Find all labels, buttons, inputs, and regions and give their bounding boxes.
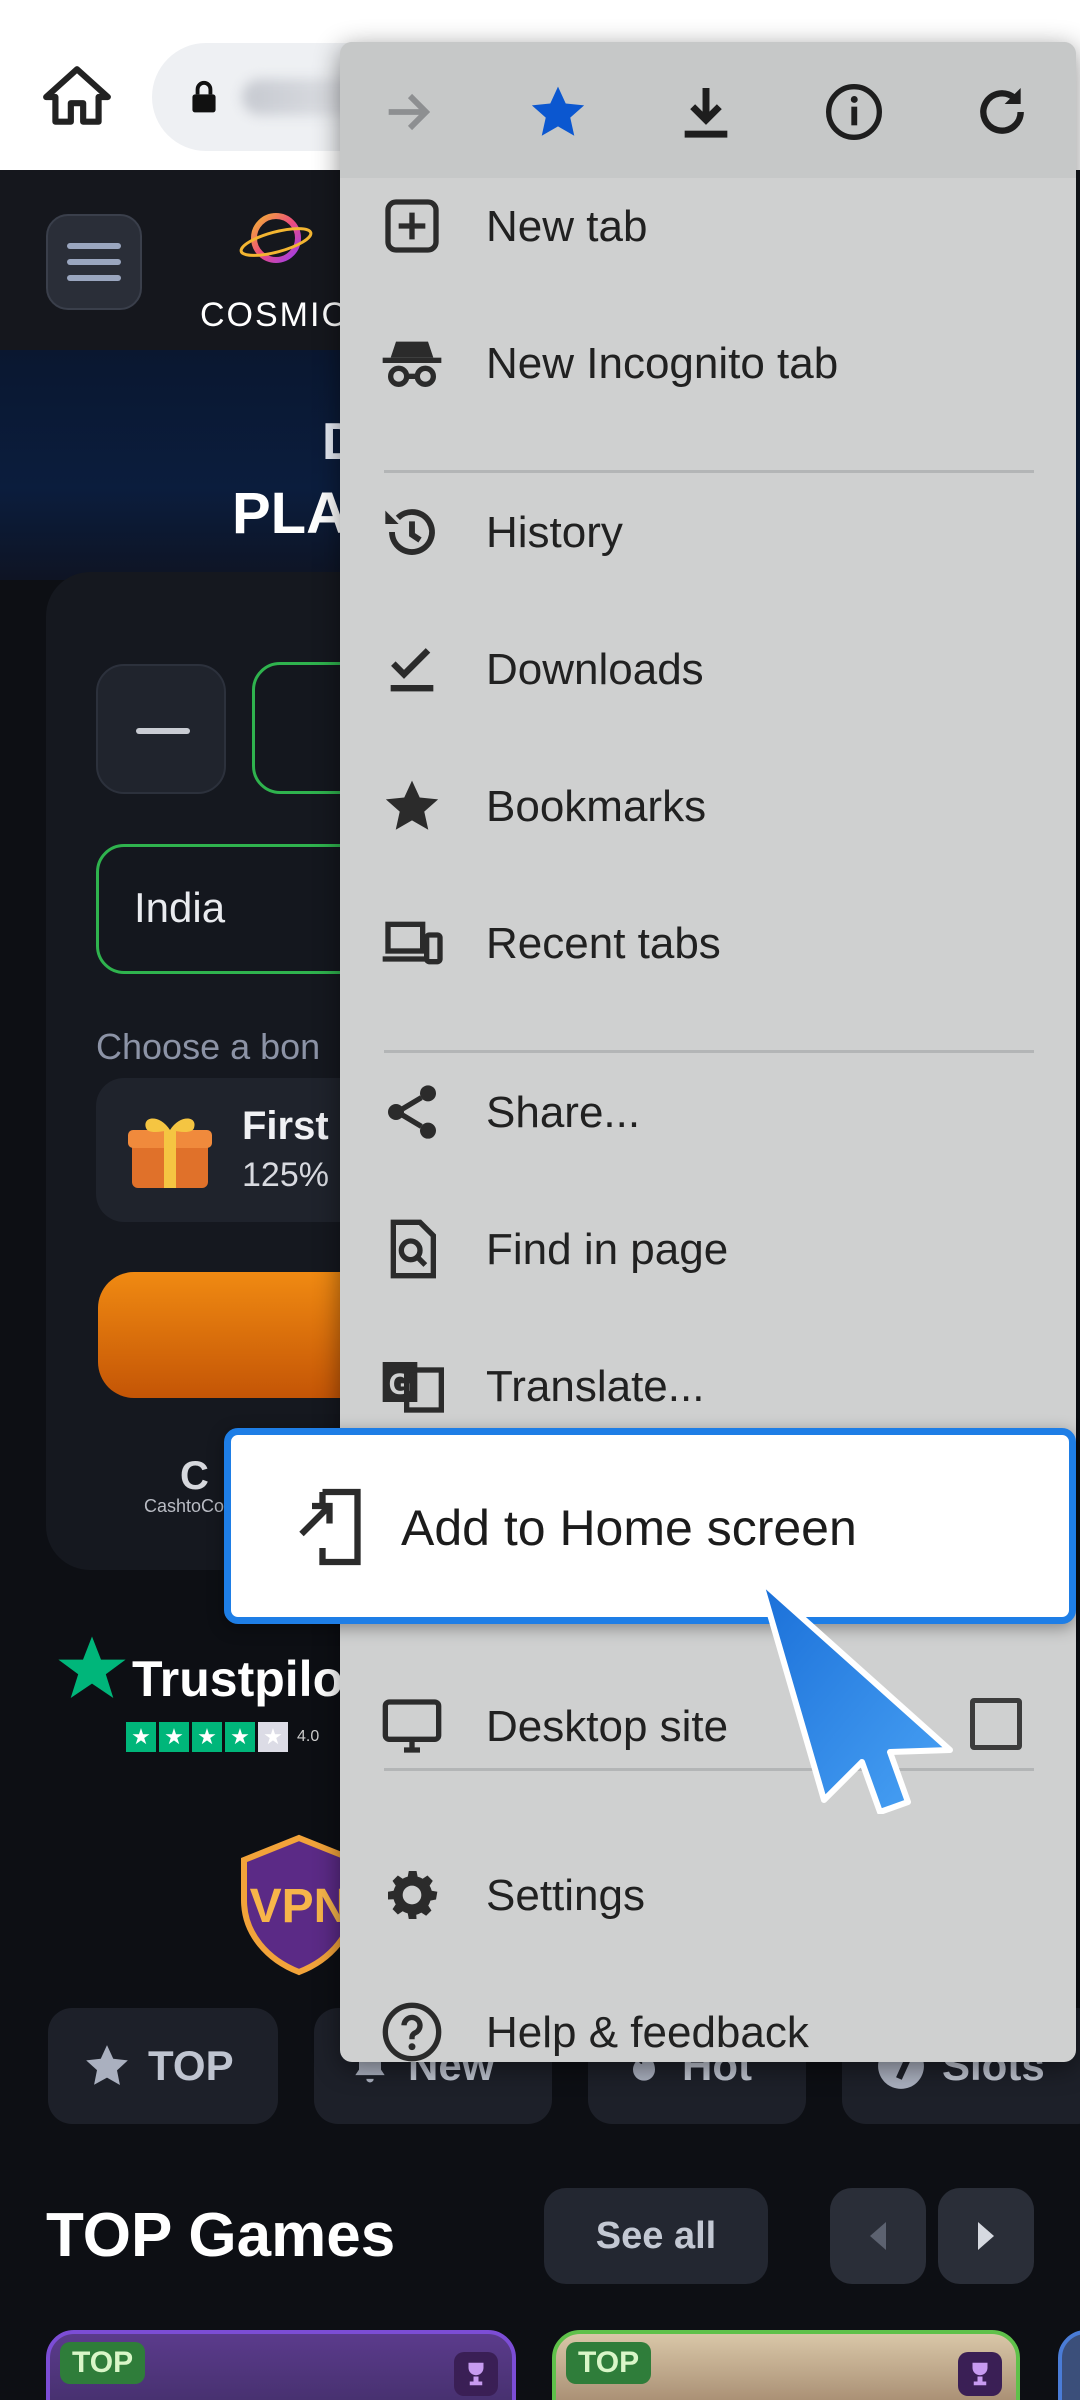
incognito-icon [382, 341, 442, 387]
bonus-subtitle: 125% [242, 1156, 329, 1194]
gear-icon [388, 1871, 438, 1919]
home-icon[interactable] [40, 60, 114, 134]
menu-item-settings[interactable]: Settings [340, 1827, 1076, 1963]
category-chip-top[interactable]: TOP [48, 2008, 278, 2124]
translate-icon: G [382, 1362, 444, 1413]
menu-item-find-in-page[interactable]: Find in page [340, 1181, 1076, 1317]
history-icon [385, 509, 435, 555]
trustpilot-label[interactable]: Trustpilot [132, 1650, 360, 1708]
trophy-icon [958, 2352, 1002, 2396]
game-tag-top: TOP [566, 2342, 652, 2384]
hamburger-menu-button[interactable] [46, 214, 142, 310]
minus-icon [136, 728, 190, 734]
menu-item-new-incognito-tab[interactable]: New Incognito tab [340, 295, 1076, 431]
carousel-next-button[interactable] [938, 2188, 1034, 2284]
menu-item-bookmarks[interactable]: Bookmarks [340, 738, 1076, 874]
gift-icon [128, 1118, 212, 1188]
cosmic-logo-icon [239, 213, 313, 263]
hero-heading-line2: PLA [232, 481, 348, 546]
share-icon [388, 1085, 436, 1139]
hamburger-icon [67, 243, 121, 281]
game-card[interactable] [1058, 2330, 1080, 2400]
trustpilot-rating: ★ ★ ★ ★ ★ 4.0 [126, 1722, 319, 1752]
pointer-arrow-icon [757, 1577, 953, 1814]
bookmark-star-icon[interactable] [526, 80, 590, 144]
game-card[interactable]: TOP [46, 2330, 516, 2400]
forward-arrow-icon[interactable] [378, 80, 442, 144]
star-badge-icon [86, 2045, 128, 2085]
rating-star-icon: ★ [192, 1722, 222, 1752]
menu-item-new-tab[interactable]: New tab [340, 158, 1076, 294]
lock-icon [192, 80, 216, 113]
download-check-icon [390, 648, 434, 692]
add-to-home-screen-icon [299, 1488, 361, 1566]
rating-star-icon: ★ [159, 1722, 189, 1752]
trustpilot-score: 4.0 [297, 1728, 320, 1745]
cashtocode-logo: C CashtoCo [144, 1454, 225, 1516]
game-card[interactable]: TOP [552, 2330, 1020, 2400]
menu-item-history[interactable]: History [340, 464, 1076, 600]
vpn-text: VPN [250, 1880, 349, 1933]
devices-icon [382, 921, 443, 965]
monitor-icon [382, 1699, 442, 1753]
bonus-label: Choose a bon [96, 1026, 321, 1067]
help-icon [382, 2002, 442, 2062]
decrease-amount-button[interactable] [96, 664, 226, 794]
site-logo-text[interactable]: COSMIC [200, 296, 348, 335]
refresh-icon[interactable] [970, 80, 1034, 144]
bonus-title: First [242, 1104, 329, 1148]
carousel-prev-button[interactable] [830, 2188, 926, 2284]
top-games-heading: TOP Games [46, 2201, 396, 2270]
menu-item-help-feedback[interactable]: Help & feedback [340, 1964, 1076, 2062]
chevron-right-icon [978, 2222, 994, 2250]
download-icon[interactable] [674, 80, 738, 144]
rating-star-empty-icon: ★ [258, 1722, 288, 1752]
menu-item-share[interactable]: Share... [340, 1044, 1076, 1180]
star-icon [385, 780, 439, 830]
menu-item-downloads[interactable]: Downloads [340, 601, 1076, 737]
trustpilot-star-icon [58, 1636, 126, 1698]
rating-star-icon: ★ [126, 1722, 156, 1752]
chevron-left-icon [870, 2222, 886, 2250]
menu-item-recent-tabs[interactable]: Recent tabs [340, 875, 1076, 1011]
game-tag-top: TOP [60, 2342, 146, 2384]
see-all-button[interactable]: See all [544, 2188, 768, 2284]
trophy-icon [454, 2352, 498, 2396]
country-value: India [134, 884, 226, 931]
find-in-page-icon [390, 1219, 436, 1279]
plus-box-icon [385, 199, 439, 253]
rating-star-icon: ★ [225, 1722, 255, 1752]
info-icon[interactable] [822, 80, 886, 144]
